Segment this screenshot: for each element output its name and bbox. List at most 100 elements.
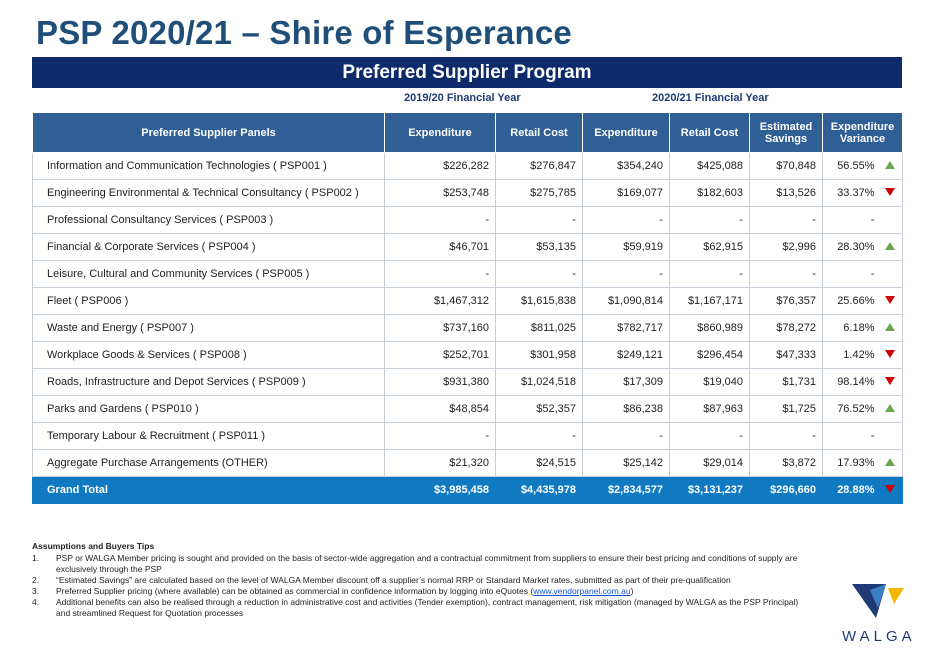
col-header-variance: Expenditure Variance	[821, 112, 904, 153]
cell-variance: 98.14%	[822, 368, 879, 396]
fy-label-2019-20: 2019/20 Financial Year	[404, 92, 521, 104]
note-text: PSP or WALGA Member pricing is sought an…	[56, 553, 798, 574]
cell-exp1: $737,160	[384, 314, 496, 342]
cell-panel: Waste and Energy ( PSP007 )	[32, 314, 385, 342]
cell-exp1: $253,748	[384, 179, 496, 207]
trend-down-icon	[878, 341, 904, 369]
cell-retail1: $52,357	[495, 395, 583, 423]
table-row: Financial & Corporate Services ( PSP004 …	[32, 233, 904, 261]
cell-retail2: $296,454	[669, 341, 750, 369]
cell-retail1: $811,025	[495, 314, 583, 342]
table-row: Fleet ( PSP006 ) $1,467,312 $1,615,838 $1,0…	[32, 287, 904, 315]
col-header-expenditure-1920: Expenditure	[384, 112, 496, 153]
cell-retail1: -	[495, 206, 583, 234]
triangle-up-icon	[885, 161, 896, 169]
note-text: Preferred Supplier pricing (where availa…	[56, 586, 633, 597]
walga-logo-text: WALGA	[842, 628, 916, 645]
cell-retail2: -	[669, 206, 750, 234]
cell-retail1: $1,024,518	[495, 368, 583, 396]
cell-variance: -	[822, 206, 879, 234]
cell-retail1: $1,615,838	[495, 287, 583, 315]
note-item: 2. “Estimated Savings” are calculated bas…	[32, 575, 812, 586]
cell-panel: Parks and Gardens ( PSP010 )	[32, 395, 385, 423]
note-item: 3. Preferred Supplier pricing (where avai…	[32, 586, 812, 597]
cell-exp2: -	[582, 206, 670, 234]
cell-retail1: $53,135	[495, 233, 583, 261]
triangle-down-icon	[885, 296, 896, 304]
cell-savings: -	[749, 422, 823, 450]
cell-retail1: $276,847	[495, 152, 583, 180]
table-row: Workplace Goods & Services ( PSP008 ) $25…	[32, 341, 904, 369]
program-banner: Preferred Supplier Program	[32, 57, 902, 88]
cell-variance: -	[822, 422, 879, 450]
col-header-panel: Preferred Supplier Panels	[32, 112, 385, 153]
cell-retail1: $24,515	[495, 449, 583, 477]
cell-panel: Workplace Goods & Services ( PSP008 )	[32, 341, 385, 369]
cell-exp2: -	[582, 260, 670, 288]
col-header-retail-1920: Retail Cost	[495, 112, 583, 153]
cell-panel: Professional Consultancy Services ( PSP0…	[32, 206, 385, 234]
cell-retail2: $1,167,171	[669, 287, 750, 315]
cell-savings: -	[749, 206, 823, 234]
cell-savings: $78,272	[749, 314, 823, 342]
trend-up-icon	[878, 449, 904, 477]
cell-variance: 17.93%	[822, 449, 879, 477]
assumptions-notes: Assumptions and Buyers Tips 1. PSP or WAL…	[32, 541, 812, 619]
note-number: 3.	[32, 586, 40, 596]
cell-exp1: $931,380	[384, 368, 496, 396]
cell-exp2: $249,121	[582, 341, 670, 369]
cell-savings: $1,731	[749, 368, 823, 396]
cell-savings: $3,872	[749, 449, 823, 477]
cell-panel: Aggregate Purchase Arrangements (OTHER)	[32, 449, 385, 477]
page-title: PSP 2020/21 – Shire of Esperance	[36, 14, 572, 51]
notes-heading: Assumptions and Buyers Tips	[32, 541, 155, 551]
cell-savings: -	[749, 260, 823, 288]
trend-down-icon	[878, 368, 904, 396]
cell-retail1: -	[495, 260, 583, 288]
cell-exp2: $17,309	[582, 368, 670, 396]
cell-exp2: $1,090,814	[582, 287, 670, 315]
cell-exp1: $46,701	[384, 233, 496, 261]
cell-variance: 1.42%	[822, 341, 879, 369]
cell-panel: Temporary Labour & Recruitment ( PSP011 …	[32, 422, 385, 450]
note-item: 4. Additional benefits can also be realis…	[32, 597, 812, 619]
trend-down-icon	[878, 476, 904, 504]
cell-savings: $13,526	[749, 179, 823, 207]
trend-empty	[878, 206, 904, 234]
cell-exp1: $21,320	[384, 449, 496, 477]
note-number: 4.	[32, 597, 40, 607]
cell-savings: $70,848	[749, 152, 823, 180]
cell-exp1: $226,282	[384, 152, 496, 180]
trend-down-icon	[878, 287, 904, 315]
cell-variance: 25.66%	[822, 287, 879, 315]
col-header-retail-2021: Retail Cost	[669, 112, 750, 153]
triangle-down-icon	[885, 350, 896, 358]
cell-variance: 33.37%	[822, 179, 879, 207]
cell-exp2: -	[582, 422, 670, 450]
cell-panel: Information and Communication Technologi…	[32, 152, 385, 180]
table-row: Aggregate Purchase Arrangements (OTHER) $…	[32, 449, 904, 477]
col-header-savings: Estimated Savings	[749, 112, 823, 153]
cell-retail2: $182,603	[669, 179, 750, 207]
cell-variance: 56.55%	[822, 152, 879, 180]
cell-exp1: -	[384, 422, 496, 450]
trend-empty	[878, 422, 904, 450]
cell-panel: Grand Total	[32, 476, 385, 504]
cell-exp1: $3,985,458	[384, 476, 496, 504]
cell-retail1: -	[495, 422, 583, 450]
triangle-up-icon	[885, 404, 896, 412]
cell-panel: Fleet ( PSP006 )	[32, 287, 385, 315]
trend-up-icon	[878, 152, 904, 180]
cell-exp2: $782,717	[582, 314, 670, 342]
cell-exp2: $354,240	[582, 152, 670, 180]
cell-panel: Financial & Corporate Services ( PSP004 …	[32, 233, 385, 261]
cell-exp2: $2,834,577	[582, 476, 670, 504]
cell-variance: 28.88%	[822, 476, 879, 504]
triangle-down-icon	[885, 485, 896, 493]
table-row: Leisure, Cultural and Community Services…	[32, 260, 904, 288]
cell-exp1: $252,701	[384, 341, 496, 369]
note-text: “Estimated Savings” are calculated based…	[56, 575, 731, 585]
table-row: Professional Consultancy Services ( PSP0…	[32, 206, 904, 234]
cell-savings: $47,333	[749, 341, 823, 369]
vendorpanel-link[interactable]: www.vendorpanel.com.au	[533, 586, 630, 596]
